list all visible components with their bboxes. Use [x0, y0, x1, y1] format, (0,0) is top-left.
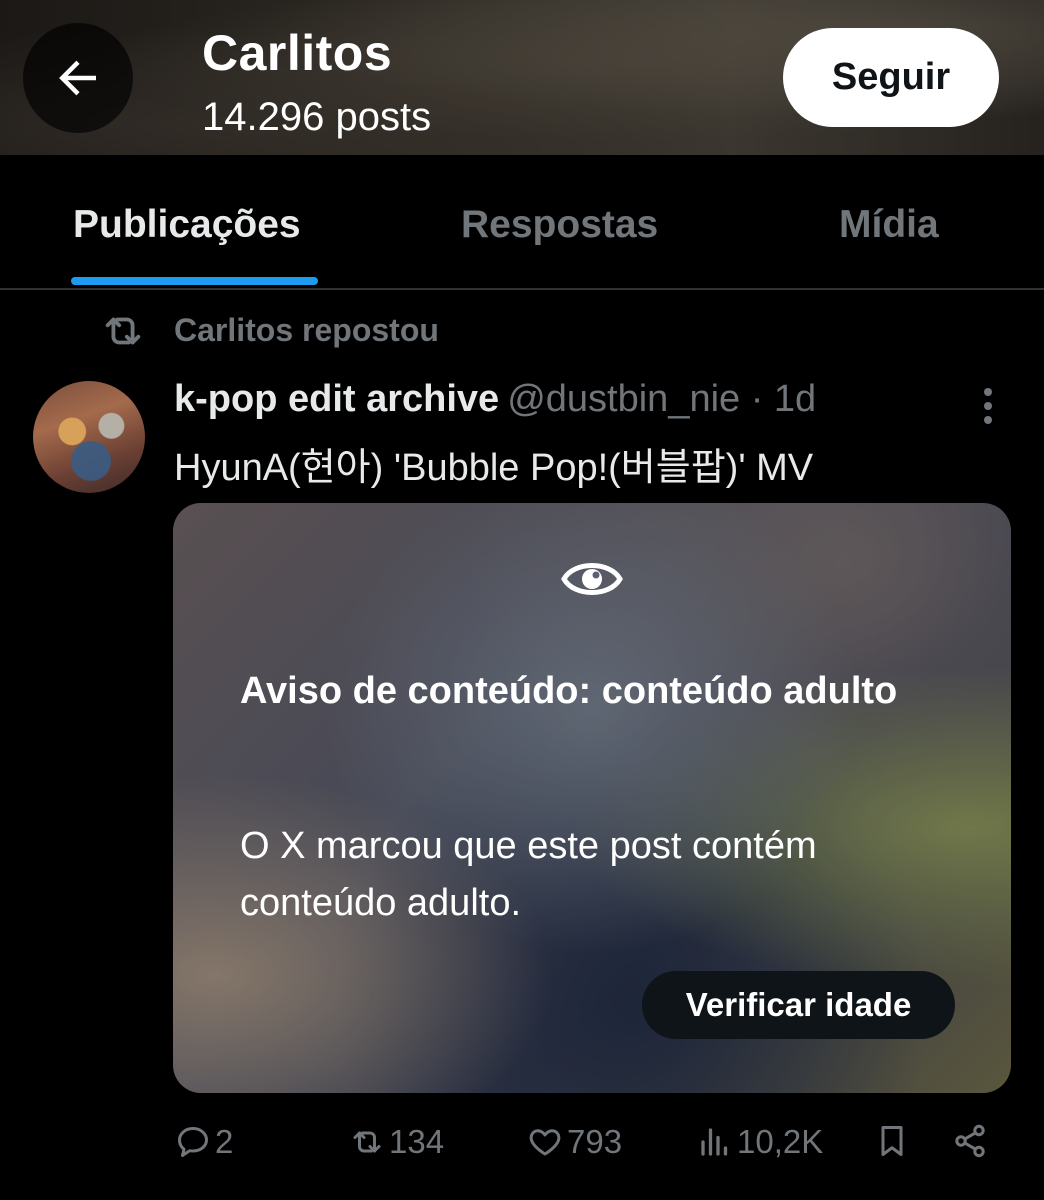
arrow-left-icon — [59, 60, 96, 96]
eye-icon — [561, 563, 623, 595]
back-button[interactable] — [23, 23, 133, 133]
author-handle-time[interactable]: @dustbin_nie · 1d — [507, 378, 816, 420]
profile-tabs: Publicações Respostas Mídia — [0, 155, 1044, 290]
share-button[interactable] — [952, 1123, 992, 1159]
profile-header: Carlitos 14.296 posts Seguir — [0, 0, 1044, 155]
bookmark-button[interactable] — [874, 1123, 914, 1159]
reply-button[interactable]: 2 — [175, 1123, 233, 1161]
verify-age-button[interactable]: Verificar idade — [642, 971, 955, 1039]
author-name[interactable]: k-pop edit archive — [174, 378, 499, 420]
like-button[interactable]: 793 — [527, 1123, 622, 1161]
post-header: k-pop edit archive @dustbin_nie · 1d — [174, 378, 816, 421]
active-tab-indicator — [71, 277, 318, 285]
reply-icon — [178, 1127, 208, 1157]
tab-respostas[interactable]: Respostas — [461, 203, 658, 247]
post-text: HyunA(현아) 'Bubble Pop!(버블팝)' MV — [174, 447, 814, 489]
follow-button[interactable]: Seguir — [783, 28, 999, 127]
like-count: 793 — [567, 1123, 623, 1160]
post-count: 14.296 posts — [202, 95, 432, 139]
repost-button[interactable]: 134 — [349, 1123, 444, 1161]
author-avatar[interactable] — [33, 381, 145, 493]
content-warning-body: O X marcou que este post contém conteúdo… — [240, 825, 817, 924]
repost-label: Carlitos repostou — [174, 312, 439, 348]
tab-publicacoes[interactable]: Publicações — [73, 203, 301, 247]
content-warning-title: Aviso de conteúdo: conteúdo adulto — [240, 670, 898, 712]
repost-count: 134 — [389, 1123, 445, 1160]
repost-icon — [105, 317, 141, 345]
views-button[interactable]: 10,2K — [697, 1123, 823, 1161]
profile-name: Carlitos — [202, 25, 393, 81]
repost-indicator — [100, 308, 146, 354]
views-count: 10,2K — [737, 1123, 824, 1160]
heart-icon — [529, 1129, 561, 1156]
post-actions: 2 134 793 10,2K — [0, 1115, 1044, 1175]
sensitive-media-card[interactable]: Aviso de conteúdo: conteúdo adulto O X m… — [173, 503, 1011, 1093]
more-options-icon[interactable] — [970, 384, 1006, 428]
bookmark-icon — [881, 1126, 903, 1156]
repost-icon — [353, 1131, 381, 1153]
share-icon — [955, 1124, 985, 1158]
reply-count: 2 — [215, 1123, 234, 1160]
tab-midia[interactable]: Mídia — [839, 203, 939, 247]
views-icon — [701, 1128, 728, 1156]
